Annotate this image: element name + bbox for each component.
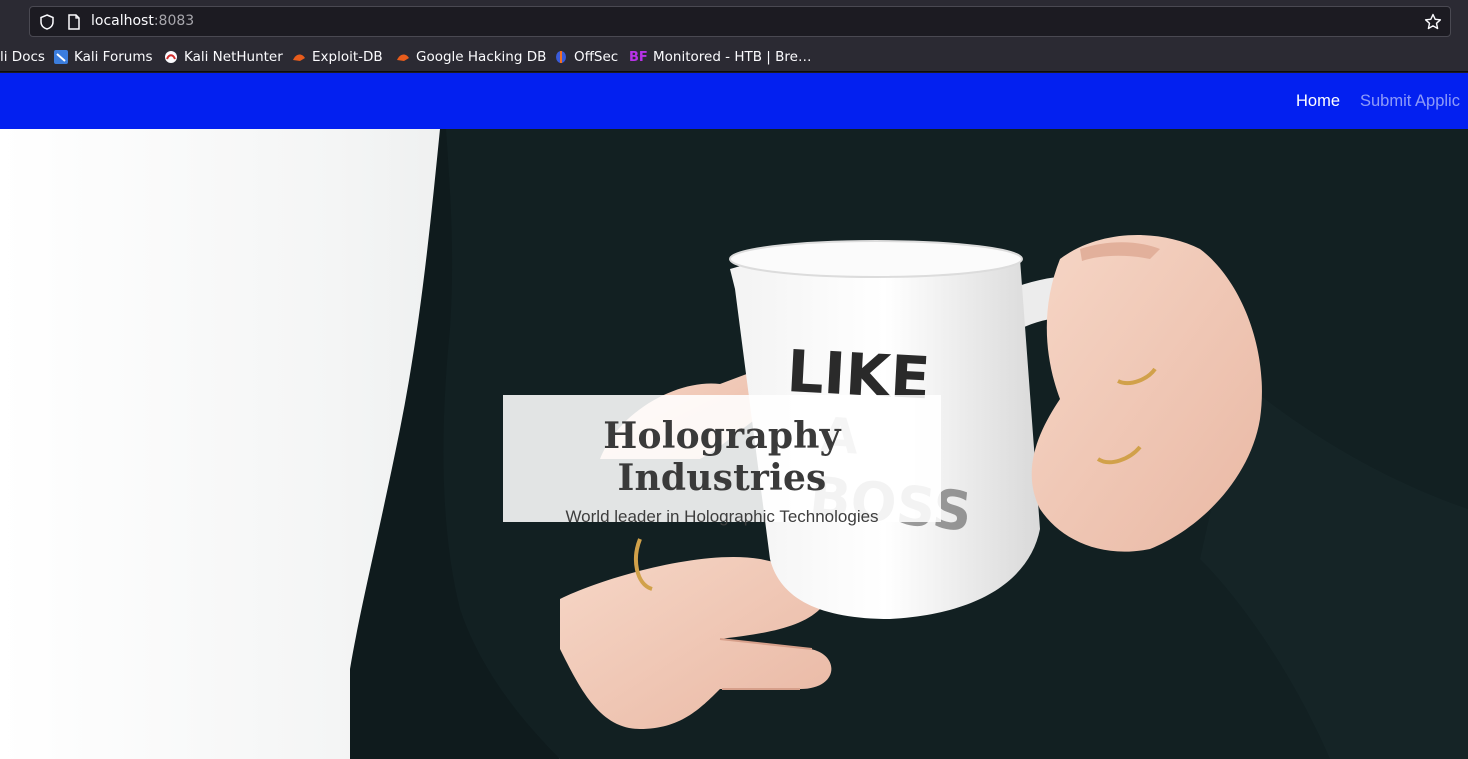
bf-icon: BF [629,50,648,65]
bookmark-label: li Docs [0,49,45,65]
page-icon [68,14,80,30]
bookmark-label: Kali Forums [74,49,153,65]
bookmarks-toolbar: li Docs Kali Forums Kali NetHunter Explo… [0,42,1468,72]
url-text[interactable]: localhost:8083 [91,13,194,29]
address-bar[interactable]: localhost:8083 [29,6,1451,37]
nav-submit-application-link[interactable]: Submit Applic [1360,92,1460,111]
url-host: localhost [91,13,154,29]
shield-icon[interactable] [38,13,56,31]
bookmark-label: OffSec [574,49,619,65]
bookmark-star-icon[interactable] [1423,12,1443,32]
bookmark-label: Google Hacking DB [416,49,547,65]
offsec-icon [556,51,566,63]
bookmark-google-hacking-db[interactable]: Google Hacking DB [396,48,546,66]
bookmark-kali-docs[interactable]: li Docs [0,48,45,66]
exploit-db-icon [293,54,305,61]
bookmark-kali-forums[interactable]: Kali Forums [54,48,153,66]
bookmark-label: Monitored - HTB | Bre… [653,49,812,65]
hero-subtitle: World leader in Holographic Technologies [565,507,879,526]
nav-home-link[interactable]: Home [1296,92,1340,111]
bookmark-monitored-htb[interactable]: BF Monitored - HTB | Bre… [629,48,811,66]
hero-caption: Holography Industries World leader in Ho… [503,395,941,526]
bookmark-exploit-db[interactable]: Exploit-DB [292,48,383,66]
hero-title: Holography Industries [603,415,841,499]
url-port: :8083 [153,13,195,29]
kali-forums-icon [54,50,68,64]
bookmark-kali-nethunter[interactable]: Kali NetHunter [164,48,283,66]
bookmark-label: Kali NetHunter [184,49,283,65]
bookmark-label: Exploit-DB [312,49,383,65]
browser-toolbar: localhost:8083 [0,0,1468,42]
bookmark-offsec[interactable]: OffSec [554,48,618,66]
site-navbar: Home Submit Applic [0,73,1468,129]
kali-nethunter-icon [165,51,177,63]
ghdb-icon [397,54,409,61]
